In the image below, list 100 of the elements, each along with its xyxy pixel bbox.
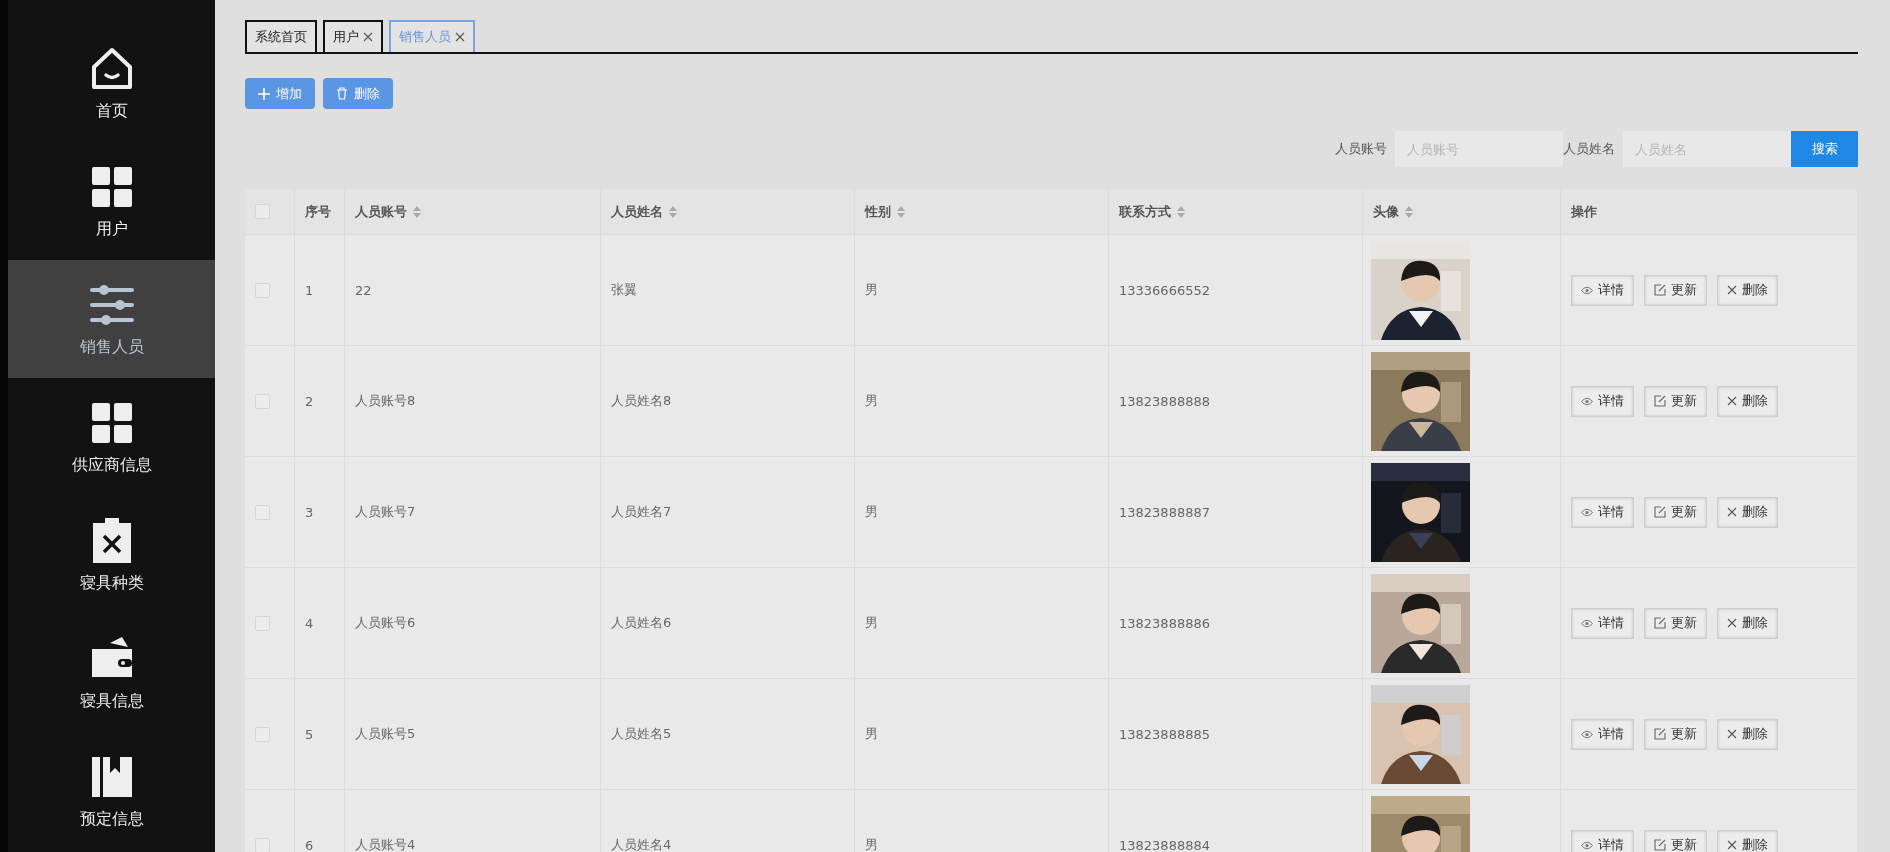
- tab[interactable]: 用户: [323, 20, 383, 52]
- eye-icon: [1581, 729, 1593, 739]
- update-button[interactable]: 更新: [1644, 274, 1707, 306]
- delete-button[interactable]: 删除: [1717, 829, 1778, 852]
- eye-icon: [1581, 618, 1593, 628]
- table-cell: 6: [305, 837, 314, 852]
- close-icon: [1727, 507, 1737, 517]
- delete-button[interactable]: 删除: [1717, 496, 1778, 528]
- sidebar-label: 首页: [95, 100, 128, 122]
- header-cell[interactable]: 联系方式: [1109, 189, 1363, 235]
- update-button[interactable]: 更新: [1644, 829, 1707, 852]
- sort-icon[interactable]: [897, 205, 905, 218]
- column-header: 序号: [305, 202, 331, 221]
- table-cell: 13823888887: [1119, 504, 1210, 520]
- close-icon: [1727, 618, 1737, 628]
- table-cell: 男: [865, 392, 878, 410]
- table-cell: 男: [865, 281, 878, 299]
- details-button[interactable]: 详情: [1571, 829, 1634, 852]
- column-header: 性别: [865, 202, 891, 221]
- eye-icon: [1581, 396, 1593, 406]
- table-cell: 人员姓名8: [611, 392, 672, 410]
- table-cell: 男: [865, 503, 878, 521]
- tab-label: 用户: [333, 28, 359, 46]
- table-cell: 人员账号8: [355, 392, 416, 410]
- tab[interactable]: 系统首页: [245, 20, 317, 52]
- sidebar-item[interactable]: 预定信息: [8, 732, 215, 850]
- update-button[interactable]: 更新: [1644, 496, 1707, 528]
- details-button[interactable]: 详情: [1571, 496, 1634, 528]
- edit-icon: [1654, 617, 1666, 629]
- table-cell: 3: [305, 504, 314, 520]
- sidebar-item[interactable]: 供应商信息: [8, 378, 215, 496]
- table-cell: 13823888885: [1119, 726, 1210, 742]
- sidebar-label: 预定信息: [79, 808, 144, 830]
- table-cell: 人员姓名7: [611, 503, 672, 521]
- sort-icon[interactable]: [669, 205, 677, 218]
- table-cell: 5: [305, 726, 314, 742]
- edit-icon: [1654, 395, 1666, 407]
- header-cell[interactable]: 头像: [1363, 189, 1561, 235]
- delete-button[interactable]: 删除: [1717, 607, 1778, 639]
- update-button[interactable]: 更新: [1644, 385, 1707, 417]
- table-cell: 人员姓名4: [611, 836, 672, 852]
- delete-button[interactable]: 删除: [1717, 718, 1778, 750]
- delete-button[interactable]: 删除: [1717, 274, 1778, 306]
- update-button[interactable]: 更新: [1644, 607, 1707, 639]
- search-label: 人员账号: [1335, 140, 1387, 158]
- sidebar-label: 供应商信息: [71, 454, 152, 476]
- table-cell: 4: [305, 615, 314, 631]
- edit-icon: [1654, 506, 1666, 518]
- details-button[interactable]: 详情: [1571, 607, 1634, 639]
- table-cell: 人员账号5: [355, 725, 416, 743]
- table-cell: 13336666552: [1119, 282, 1210, 298]
- sidebar-item[interactable]: 首页: [8, 24, 215, 142]
- eye-icon: [1581, 840, 1593, 850]
- details-button[interactable]: 详情: [1571, 718, 1634, 750]
- header-cell[interactable]: 性别: [855, 189, 1109, 235]
- tab-label: 销售人员: [399, 28, 451, 46]
- eye-icon: [1581, 507, 1593, 517]
- close-icon: [1727, 729, 1737, 739]
- table-cell: 男: [865, 614, 878, 632]
- plus-icon: [258, 87, 270, 100]
- sidebar-item[interactable]: 销售人员: [8, 260, 215, 378]
- sort-icon[interactable]: [1177, 205, 1185, 218]
- table-cell: 男: [865, 725, 878, 743]
- table-cell: 2: [305, 393, 314, 409]
- sidebar-label: 寝具信息: [79, 690, 144, 712]
- table-cell: 13823888884: [1119, 837, 1210, 852]
- delete-button[interactable]: 删除: [1717, 385, 1778, 417]
- details-button[interactable]: 详情: [1571, 274, 1634, 306]
- close-icon: [1727, 840, 1737, 850]
- header-cell[interactable]: 人员账号: [345, 189, 601, 235]
- close-icon: [455, 32, 465, 42]
- sort-icon[interactable]: [1405, 205, 1413, 218]
- column-header: 人员姓名: [611, 202, 663, 221]
- close-icon: [363, 32, 373, 42]
- table-cell: 张翼: [611, 281, 637, 299]
- column-header: 联系方式: [1119, 202, 1171, 221]
- column-header: 人员账号: [355, 202, 407, 221]
- sidebar-label: 寝具种类: [79, 572, 144, 594]
- sidebar-label: 用户: [95, 218, 128, 240]
- edit-icon: [1654, 728, 1666, 740]
- close-icon: [1727, 396, 1737, 406]
- search-label: 人员姓名: [1563, 140, 1615, 158]
- table-cell: 人员账号4: [355, 836, 416, 852]
- header-cell[interactable]: 人员姓名: [601, 189, 855, 235]
- details-button[interactable]: 详情: [1571, 385, 1634, 417]
- column-header: 操作: [1571, 202, 1597, 221]
- table-cell: 1: [305, 282, 314, 298]
- sidebar-item[interactable]: 寝具种类: [8, 496, 215, 614]
- sidebar-label: 销售人员: [79, 336, 144, 358]
- sidebar-item[interactable]: 寝具信息: [8, 614, 215, 732]
- table-cell: 13823888888: [1119, 393, 1210, 409]
- sidebar-item[interactable]: 用户: [8, 142, 215, 260]
- table-cell: 人员账号6: [355, 614, 416, 632]
- trash-icon: [336, 87, 348, 100]
- table-cell: 男: [865, 836, 878, 852]
- table-cell: 人员账号7: [355, 503, 416, 521]
- table-cell: 22: [355, 282, 372, 298]
- sort-icon[interactable]: [413, 205, 421, 218]
- update-button[interactable]: 更新: [1644, 718, 1707, 750]
- search-button[interactable]: 搜索: [1791, 131, 1858, 167]
